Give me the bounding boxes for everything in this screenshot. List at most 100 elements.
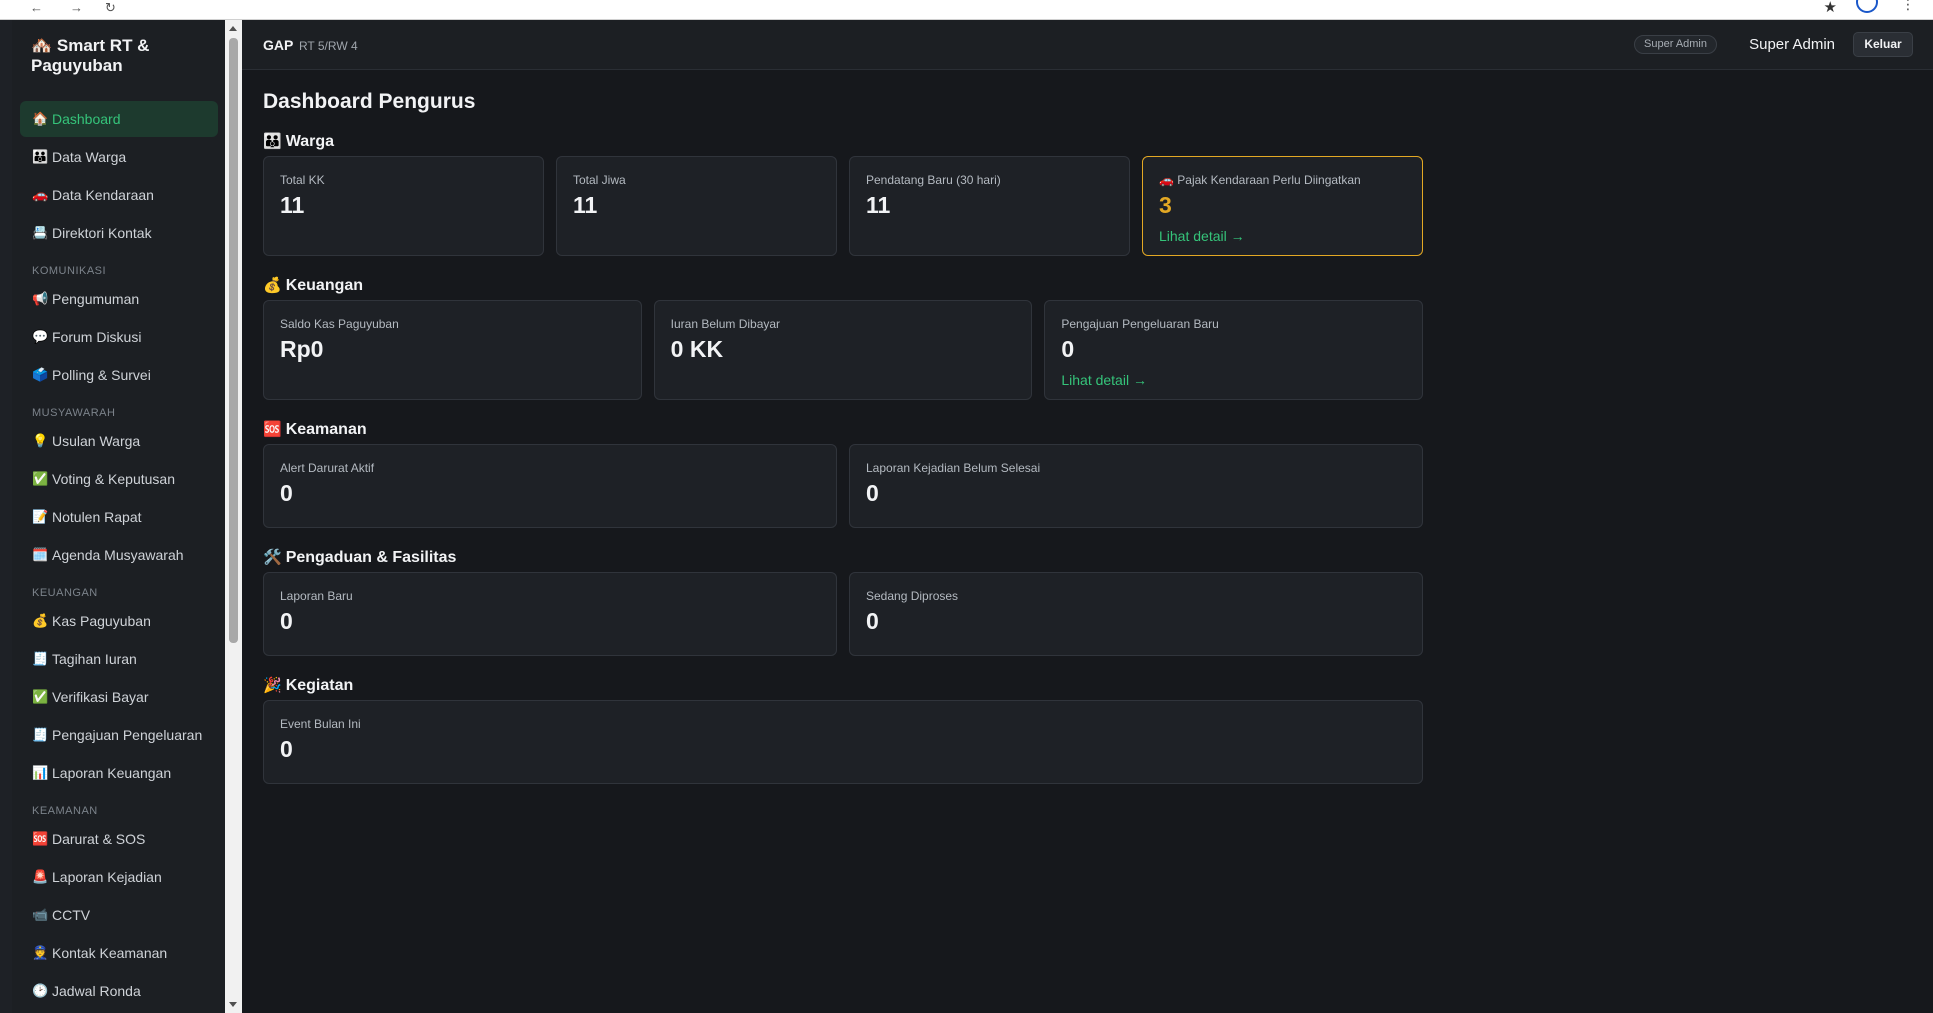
sos-icon: 🆘 [263,421,282,438]
family-icon: 👪 [263,133,282,150]
sidebar-nav: 🏠 Dashboard 👪 Data Warga 🚗 Data Kendaraa… [20,101,218,1011]
sidebar-item-usulan-warga[interactable]: 💡 Usulan Warga [20,423,218,459]
sidebar-item-agenda-musyawarah[interactable]: 🗓️ Agenda Musyawarah [20,537,218,573]
contact-card-icon: 📇 [32,225,49,240]
card-label: Sedang Diproses [866,589,959,603]
sidebar-item-cctv[interactable]: 📹 CCTV [20,897,218,933]
sidebar-item-polling-survei[interactable]: 🗳️ Polling & Survei [20,357,218,393]
card-label: Alert Darurat Aktif [280,461,375,475]
profile-avatar-icon[interactable] [1856,0,1878,13]
sidebar-item-direktori-kontak[interactable]: 📇 Direktori Kontak [20,215,218,251]
sidebar-item-verifikasi-bayar[interactable]: ✅ Verifikasi Bayar [20,679,218,715]
speech-bubble-icon: 💬 [32,329,49,344]
sidebar-item-label: Kas Paguyuban [52,613,151,629]
card-label: Laporan Kejadian Belum Selesai [866,461,1041,475]
card-pajak-kendaraan: 🚗 Pajak Kendaraan Perlu Diingatkan 3 Lih… [1142,156,1423,256]
sidebar-item-kontak-keamanan[interactable]: 👮 Kontak Keamanan [20,935,218,971]
card-value: 0 [280,608,293,634]
sidebar-item-jadwal-ronda[interactable]: 🕑 Jadwal Ronda [20,973,218,1009]
sidebar-item-label: Notulen Rapat [52,509,142,525]
sidebar-item-label: Agenda Musyawarah [52,547,184,563]
card-label: Saldo Kas Paguyuban [280,317,399,331]
lightbulb-icon: 💡 [32,433,49,448]
lihat-detail-link[interactable]: Lihat detail → [1061,372,1406,388]
section-title-pengaduan: 🛠️ Pengaduan & Fasilitas [263,548,1423,572]
card-value: 11 [866,192,891,218]
user-name: Super Admin [1749,36,1835,53]
dashboard-content: Dashboard Pengurus 👪 Warga Total KK 11 To… [263,90,1424,804]
scroll-down-arrow-icon[interactable] [229,1002,237,1007]
section-label: Warga [285,133,334,150]
sidebar-item-laporan-keuangan[interactable]: 📊 Laporan Keuangan [20,755,218,791]
lihat-detail-link[interactable]: Lihat detail → [1159,228,1406,244]
sidebar: 🏘️ Smart RT & Paguyuban 🏠 Dashboard 👪 Da… [12,20,225,1013]
ballot-box-icon: 🗳️ [32,367,49,382]
reload-icon[interactable]: ↻ [105,0,116,16]
card-value: 0 [866,480,879,506]
sidebar-section-keamanan: KEAMANAN [32,805,98,817]
sidebar-item-notulen-rapat[interactable]: 📝 Notulen Rapat [20,499,218,535]
sidebar-item-data-warga[interactable]: 👪 Data Warga [20,139,218,175]
sidebar-item-label: Voting & Keputusan [52,471,175,487]
check-mark-icon: ✅ [32,471,49,486]
window-edge [0,20,12,1013]
card-label: Total KK [280,173,325,187]
sidebar-item-label: Pengajuan Pengeluaran [52,727,203,743]
receipt-icon: 🧾 [32,727,49,742]
sidebar-item-laporan-kejadian[interactable]: 🚨 Laporan Kejadian [20,859,218,895]
card-value: 0 KK [670,336,724,362]
topbar: GAP RT 5/RW 4 Super Admin Super Admin Ke… [242,20,1933,70]
keamanan-grid: Alert Darurat Aktif 0 Laporan Kejadian B… [263,444,1423,528]
keuangan-grid: Saldo Kas Paguyuban Rp0 Iuran Belum Diba… [263,300,1424,400]
warga-grid: Total KK 11 Total Jiwa 11 Pendatang Baru… [263,156,1423,256]
card-total-kk: Total KK 11 [263,156,544,256]
card-label: 🚗 Pajak Kendaraan Perlu Diingatkan [1159,173,1361,187]
card-label: Laporan Baru [280,589,353,603]
back-icon[interactable]: ← [30,0,43,15]
card-pendatang-baru: Pendatang Baru (30 hari) 11 [849,156,1130,256]
sidebar-item-kas-paguyuban[interactable]: 💰 Kas Paguyuban [20,603,218,639]
megaphone-icon: 📢 [32,291,49,306]
tools-icon: 🛠️ [263,549,282,566]
card-value: 0 [280,736,293,762]
home-icon: 🏠 [32,111,49,126]
card-value: 0 [280,480,293,506]
card-saldo-kas: Saldo Kas Paguyuban Rp0 [263,300,642,400]
sidebar-item-forum-diskusi[interactable]: 💬 Forum Diskusi [20,319,218,355]
sidebar-item-pengumuman[interactable]: 📢 Pengumuman [20,281,218,317]
section-title-keuangan: 💰 Keuangan [263,276,1423,300]
sidebar-item-voting-keputusan[interactable]: ✅ Voting & Keputusan [20,461,218,497]
sidebar-scrollbar[interactable] [225,20,242,1013]
card-total-jiwa: Total Jiwa 11 [556,156,837,256]
browser-chrome: ← → ↻ ★ ⋮ [0,0,1933,20]
money-bag-icon: 💰 [32,613,49,628]
scroll-up-arrow-icon[interactable] [229,26,237,31]
sidebar-item-label: Laporan Kejadian [52,869,162,885]
scrollbar-thumb[interactable] [229,38,238,643]
sidebar-item-dashboard[interactable]: 🏠 Dashboard [20,101,218,137]
sidebar-item-tagihan-iuran[interactable]: 🧾 Tagihan Iuran [20,641,218,677]
sidebar-item-label: Tagihan Iuran [52,651,137,667]
sidebar-item-label: CCTV [52,907,91,923]
logout-button[interactable]: Keluar [1853,32,1913,57]
bookmark-star-icon[interactable]: ★ [1824,0,1837,16]
video-camera-icon: 📹 [32,907,49,922]
siren-icon: 🚨 [32,869,49,884]
sidebar-item-pengajuan-pengeluaran[interactable]: 🧾 Pengajuan Pengeluaran [20,717,218,753]
section-label: Pengaduan & Fasilitas [285,549,457,566]
police-officer-icon: 👮 [32,945,49,960]
card-pengajuan-pengeluaran: Pengajuan Pengeluaran Baru 0 Lihat detai… [1044,300,1424,400]
section-label: Kegiatan [285,677,354,694]
calendar-icon: 🗓️ [32,547,49,562]
app-brand[interactable]: 🏘️ Smart RT & Paguyuban [31,36,211,76]
main-area: GAP RT 5/RW 4 Super Admin Super Admin Ke… [242,20,1933,1013]
sidebar-item-label: Verifikasi Bayar [52,689,149,705]
browser-menu-icon[interactable]: ⋮ [1901,0,1915,13]
card-value: 11 [573,192,598,218]
sidebar-item-data-kendaraan[interactable]: 🚗 Data Kendaraan [20,177,218,213]
org-code: GAP [263,37,294,53]
section-title-warga: 👪 Warga [263,132,1423,156]
sidebar-item-darurat-sos[interactable]: 🆘 Darurat & SOS [20,821,218,857]
card-label: Pengajuan Pengeluaran Baru [1061,317,1219,331]
forward-icon[interactable]: → [70,0,83,15]
